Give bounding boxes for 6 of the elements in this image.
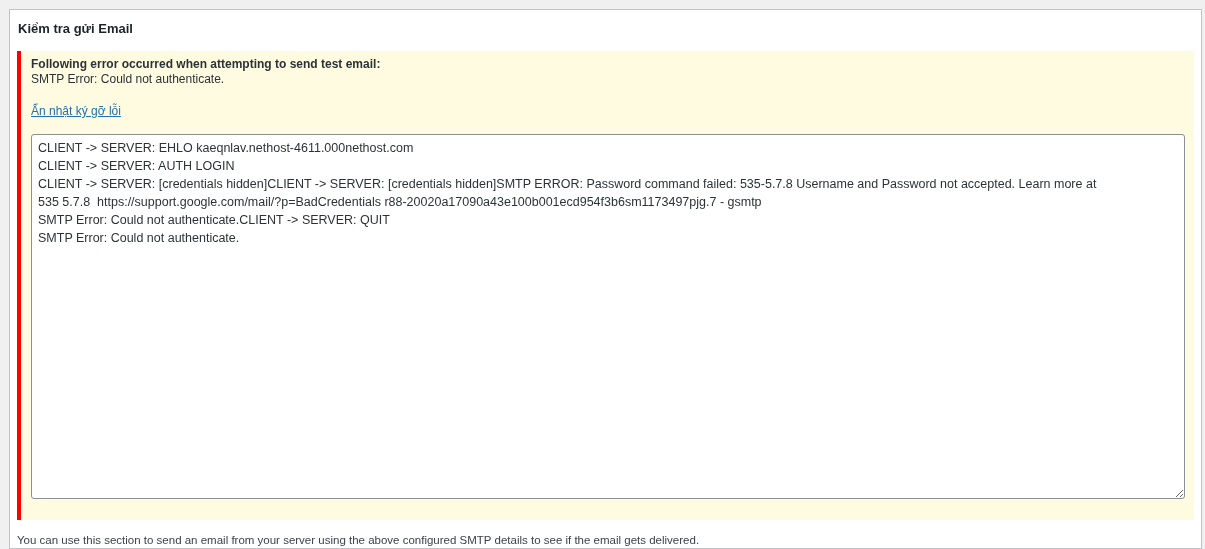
debug-log-field[interactable]: CLIENT -> SERVER: EHLO kaeqnlav.nethost-4611.000nethost.com CLIENT -> SERVER: AUTH LOGIN CLIENT -> SERVER: [credentials hidden]CLIENT -> SERVER: [credentials hidden]SMTP ERROR: Password command failed: 535-5.7.8 Username and Password not accepted. Learn more at 535 5.7.8 https://support.google.com/mail/?p=BadCredentials r88-20020a17090a43e100b001ecd954f3b6sm1173497pjg.7 - gsmtp SMTP Error: Could not authenticate.CLIENT -> SERVER: QUIT SMTP Error: Could not authenticate. xyxy=(31,134,1185,499)
section-title: Kiểm tra gửi Email xyxy=(18,20,134,38)
error-message: SMTP Error: Could not authenticate. xyxy=(31,72,226,87)
error-heading: Following error occurred when attempting to send test email: xyxy=(31,57,382,72)
hide-debug-log-link[interactable]: Ẩn nhật ký gỡ lỗi xyxy=(31,104,121,119)
section-description: You can use this section to send an email from your server using the above configured SMTP details to see if the email gets delivered. xyxy=(17,533,701,548)
